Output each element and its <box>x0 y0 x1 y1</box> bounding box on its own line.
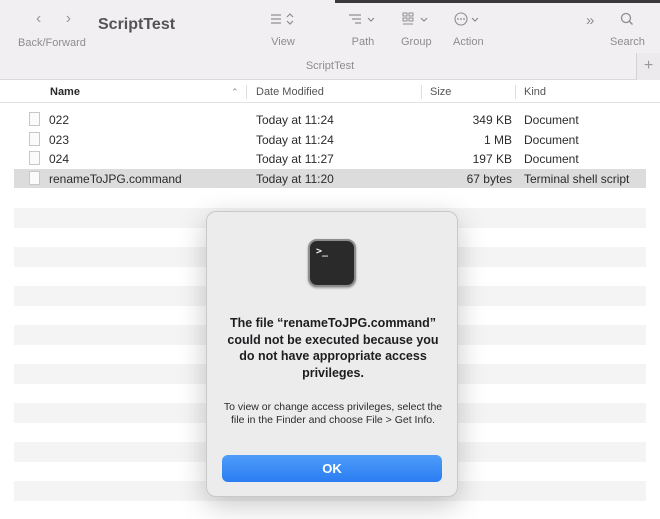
file-row[interactable]: 023 Today at 11:24 1 MB Document <box>0 130 660 150</box>
search-button[interactable]: Search <box>610 12 645 48</box>
background-window-strip <box>335 0 660 3</box>
path-label: Path <box>351 36 375 48</box>
group-label: Group <box>401 36 432 48</box>
file-name: 024 <box>49 152 70 166</box>
action-button[interactable]: Action <box>453 12 484 48</box>
file-size: 1 MB <box>483 132 512 147</box>
list-view-icon <box>270 12 296 30</box>
search-icon <box>610 12 645 30</box>
file-kind: Document <box>524 152 579 166</box>
terminal-prompt: >_ <box>316 246 329 257</box>
back-forward-buttons[interactable]: ‹ › <box>36 10 81 28</box>
column-kind[interactable]: Kind <box>524 86 546 98</box>
path-button[interactable]: Path <box>348 12 378 48</box>
file-row-selected[interactable]: renameToJPG.command Today at 11:20 67 by… <box>14 168 646 188</box>
sort-chevron-up-icon: ⌃ <box>231 87 239 97</box>
more-toolbar-items-button[interactable]: » <box>586 12 594 30</box>
file-date: Today at 11:20 <box>256 171 334 186</box>
ok-button[interactable]: OK <box>222 455 442 482</box>
column-divider[interactable] <box>246 85 247 99</box>
new-tab-button[interactable]: + <box>636 53 660 80</box>
document-icon <box>29 170 40 185</box>
back-forward-label: Back/Forward <box>18 37 86 49</box>
file-list: 022 Today at 11:24 349 KB Document 023 T… <box>0 110 660 188</box>
file-size: 67 bytes <box>466 171 512 186</box>
file-date: Today at 11:24 <box>256 113 334 127</box>
group-icon <box>401 12 432 30</box>
column-size[interactable]: Size <box>430 86 451 98</box>
file-size: 197 KB <box>472 152 512 166</box>
permission-alert-dialog: >_ The file “renameToJPG.command” could … <box>206 211 458 497</box>
file-kind: Terminal shell script <box>524 171 630 186</box>
file-date: Today at 11:27 <box>256 152 334 166</box>
file-name: 023 <box>49 132 70 147</box>
action-label: Action <box>453 36 484 48</box>
column-divider[interactable] <box>421 85 422 99</box>
action-icon <box>453 12 484 30</box>
back-forward-icon[interactable]: ‹ › <box>36 10 81 27</box>
tab-title: ScriptTest <box>305 60 355 72</box>
file-name: renameToJPG.command <box>49 171 182 186</box>
document-icon <box>29 112 40 126</box>
file-kind: Document <box>524 132 579 147</box>
file-size: 349 KB <box>472 113 512 127</box>
file-kind: Document <box>524 113 579 127</box>
view-label: View <box>271 36 295 48</box>
path-icon <box>348 12 378 30</box>
finder-toolbar: ‹ › Back/Forward ScriptTest View Path Gr… <box>0 0 660 80</box>
column-divider[interactable] <box>515 85 516 99</box>
chevron-double-right-icon: » <box>586 12 595 29</box>
file-name: 022 <box>49 113 70 127</box>
column-name[interactable]: Name <box>50 86 80 98</box>
column-header: Name ⌃ Date Modified Size Kind <box>0 81 660 103</box>
window-title: ScriptTest <box>98 16 176 33</box>
search-label: Search <box>610 36 645 48</box>
alert-message: To view or change access privileges, sel… <box>223 401 443 426</box>
file-row[interactable]: 024 Today at 11:27 197 KB Document <box>0 149 660 169</box>
group-button[interactable]: Group <box>401 12 432 48</box>
file-row[interactable]: 022 Today at 11:24 349 KB Document <box>0 110 660 130</box>
document-icon <box>29 151 40 165</box>
document-icon <box>29 131 40 146</box>
column-date-modified[interactable]: Date Modified <box>256 86 324 98</box>
terminal-icon: >_ <box>308 239 356 287</box>
file-date: Today at 11:24 <box>256 132 334 147</box>
alert-title: The file “renameToJPG.command” could not… <box>227 316 439 380</box>
view-button[interactable]: View <box>270 12 296 48</box>
